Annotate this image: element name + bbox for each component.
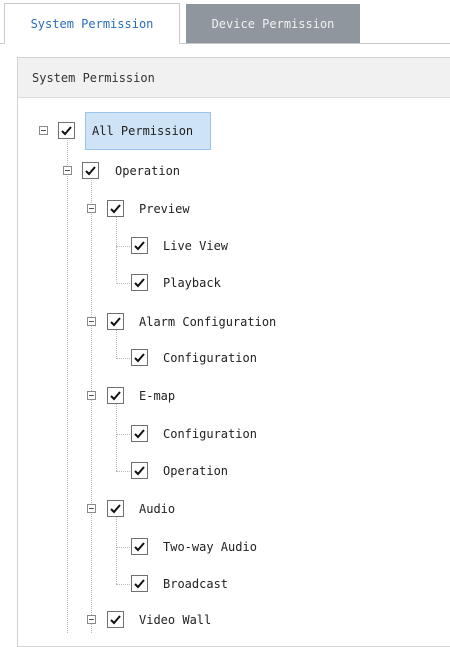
tree-label-emap-operation[interactable]: Operation [163, 463, 228, 479]
checkbox-emap[interactable] [107, 387, 124, 404]
checkbox-video-wall[interactable] [107, 611, 124, 628]
check-icon [134, 278, 145, 288]
tree-connector [116, 283, 130, 284]
tree-label-live-view[interactable]: Live View [163, 238, 228, 254]
tree-connector [116, 401, 117, 471]
tree-connector [116, 434, 130, 435]
checkbox-operation[interactable] [82, 162, 99, 179]
tree-label-broadcast[interactable]: Broadcast [163, 576, 228, 592]
permission-tree: All Permission Operation Preview Live Vi… [0, 0, 450, 633]
check-icon [110, 204, 121, 214]
checkbox-broadcast[interactable] [131, 575, 148, 592]
check-icon [134, 466, 145, 476]
checkbox-playback[interactable] [131, 274, 148, 291]
check-icon [134, 542, 145, 552]
check-icon [85, 166, 96, 176]
check-icon [134, 241, 145, 251]
check-icon [110, 615, 121, 625]
checkbox-alarm-configuration[interactable] [107, 313, 124, 330]
checkbox-alarm-configuration-child[interactable] [131, 349, 148, 366]
tree-label-video-wall[interactable]: Video Wall [139, 612, 211, 628]
checkbox-emap-operation[interactable] [131, 462, 148, 479]
checkbox-preview[interactable] [107, 200, 124, 217]
tree-connector [116, 358, 130, 359]
collapse-toggle-alarm-configuration[interactable] [87, 317, 96, 326]
check-icon [134, 579, 145, 589]
collapse-toggle-preview[interactable] [87, 204, 96, 213]
tree-connector [116, 471, 130, 472]
check-icon [61, 126, 72, 136]
collapse-toggle-all-permission[interactable] [39, 126, 48, 135]
tab-system-permission[interactable]: System Permission [4, 3, 180, 44]
checkbox-emap-configuration[interactable] [131, 425, 148, 442]
checkbox-live-view[interactable] [131, 237, 148, 254]
tree-label-audio[interactable]: Audio [139, 501, 175, 517]
tree-label-preview[interactable]: Preview [139, 201, 190, 217]
tab-system-permission-label: System Permission [30, 16, 154, 31]
collapse-toggle-video-wall[interactable] [87, 615, 96, 624]
tree-connector [67, 136, 68, 633]
check-icon [110, 317, 121, 327]
collapse-toggle-audio[interactable] [87, 504, 96, 513]
tree-connector [116, 584, 130, 585]
tree-label-two-way-audio[interactable]: Two-way Audio [163, 539, 257, 555]
tree-label-alarm-configuration-child[interactable]: Configuration [163, 350, 257, 366]
tree-label-emap-configuration[interactable]: Configuration [163, 426, 257, 442]
tree-label-playback[interactable]: Playback [163, 275, 221, 291]
checkbox-two-way-audio[interactable] [131, 538, 148, 555]
tree-connector [116, 547, 130, 548]
collapse-toggle-operation[interactable] [63, 166, 72, 175]
tree-label-emap[interactable]: E-map [139, 388, 175, 404]
check-icon [134, 353, 145, 363]
collapse-toggle-emap[interactable] [87, 391, 96, 400]
tree-connector [91, 176, 92, 633]
tree-connector [116, 327, 117, 359]
checkbox-all-permission[interactable] [58, 122, 75, 139]
check-icon [110, 391, 121, 401]
check-icon [110, 504, 121, 514]
check-icon [134, 429, 145, 439]
tree-connector [116, 246, 130, 247]
checkbox-audio[interactable] [107, 500, 124, 517]
tree-label-all-permission[interactable]: All Permission [92, 123, 193, 139]
tree-label-operation[interactable]: Operation [115, 163, 180, 179]
tree-connector [116, 214, 117, 284]
tree-connector [116, 514, 117, 584]
tree-label-alarm-configuration[interactable]: Alarm Configuration [139, 314, 276, 330]
